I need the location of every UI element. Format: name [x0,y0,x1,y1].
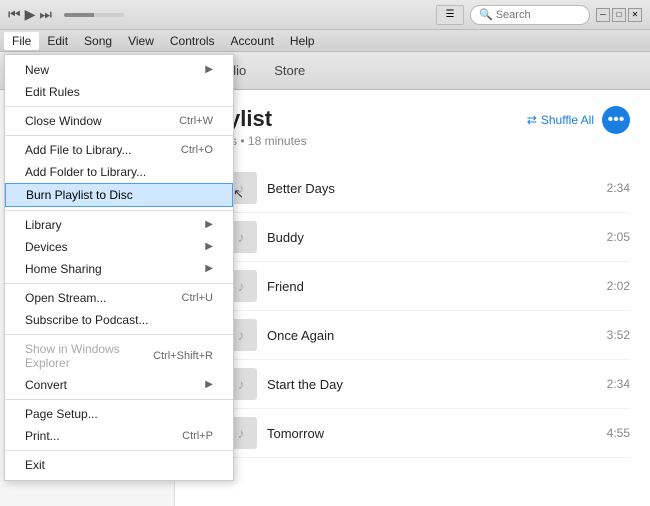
close-button[interactable]: ✕ [628,8,642,22]
menu-item-help[interactable]: Help [282,32,323,50]
song-duration-3: 2:02 [607,279,630,293]
devices-arrow: ▶ [205,241,213,252]
menu-add-file[interactable]: Add File to Library... Ctrl+O [5,139,233,161]
home-sharing-arrow: ▶ [205,263,213,274]
menu-devices[interactable]: Devices ▶ [5,236,233,258]
library-arrow: ▶ [205,219,213,230]
search-icon: 🔍 [479,8,493,21]
separator-4 [5,283,233,284]
add-file-shortcut: Ctrl+O [181,144,213,156]
maximize-button[interactable]: □ [612,8,626,22]
show-explorer-shortcut: Ctrl+Shift+R [153,350,213,362]
menu-item-edit[interactable]: Edit [39,32,76,50]
view-toggle-button[interactable]: ☰ [436,5,464,25]
menu-edit-rules[interactable]: Edit Rules [5,81,233,103]
menu-item-file[interactable]: File New ▶ Edit Rules Close Window Ctrl+… [4,32,39,50]
separator-6 [5,399,233,400]
title-bar-left: ⏮ ▶ ⏭ [8,6,124,23]
close-window-shortcut: Ctrl+W [179,115,213,127]
menu-page-setup[interactable]: Page Setup... [5,403,233,425]
music-note-icon-4: ♪ [238,327,245,343]
file-dropdown: New ▶ Edit Rules Close Window Ctrl+W Add… [4,54,234,481]
separator-5 [5,334,233,335]
song-row-1[interactable]: 1 ♪ Better Days 2:34 [195,164,630,213]
tab-store[interactable]: Store [262,59,317,82]
menu-close-window[interactable]: Close Window Ctrl+W [5,110,233,132]
menu-home-sharing[interactable]: Home Sharing ▶ [5,258,233,280]
song-duration-1: 2:34 [607,181,630,195]
play-button[interactable]: ▶ [25,6,36,23]
song-duration-6: 4:55 [607,426,630,440]
menu-add-folder[interactable]: Add Folder to Library... [5,161,233,183]
search-input[interactable] [496,9,586,21]
menu-new[interactable]: New ▶ [5,59,233,81]
song-row-6[interactable]: 6 ♪ Tomorrow 4:55 [195,409,630,458]
song-row-3[interactable]: 3 ♪ Friend 2:02 [195,262,630,311]
separator-1 [5,106,233,107]
minimize-button[interactable]: ─ [596,8,610,22]
music-note-icon-5: ♪ [238,376,245,392]
song-name-1: Better Days [267,181,335,196]
search-box: 🔍 [470,5,590,25]
volume-slider[interactable] [64,13,124,17]
menu-print[interactable]: Print... Ctrl+P [5,425,233,447]
print-shortcut: Ctrl+P [182,430,213,442]
song-name-3: Friend [267,279,304,294]
song-name-4: Once Again [267,328,334,343]
music-note-icon-6: ♪ [238,425,245,441]
new-arrow: ▶ [205,64,213,75]
separator-2 [5,135,233,136]
cursor-icon: ↖ [233,186,244,202]
song-row-5[interactable]: 5 ♪ Start the Day 2:34 [195,360,630,409]
menu-burn-playlist[interactable]: Burn Playlist to Disc ↖ [5,183,233,207]
music-note-icon-3: ♪ [238,278,245,294]
rewind-button[interactable]: ⏮ [8,6,21,23]
window-controls: ─ □ ✕ [596,8,642,22]
convert-arrow: ▶ [205,379,213,390]
separator-3 [5,210,233,211]
music-note-icon-2: ♪ [238,229,245,245]
menu-convert[interactable]: Convert ▶ [5,374,233,396]
menu-bar: File New ▶ Edit Rules Close Window Ctrl+… [0,30,650,52]
fastforward-button[interactable]: ⏭ [39,6,52,23]
menu-item-song[interactable]: Song [76,32,120,50]
song-duration-2: 2:05 [607,230,630,244]
menu-exit[interactable]: Exit [5,454,233,476]
menu-open-stream[interactable]: Open Stream... Ctrl+U [5,287,233,309]
menu-show-explorer: Show in Windows Explorer Ctrl+Shift+R [5,338,233,374]
transport-controls: ⏮ ▶ ⏭ [8,6,52,23]
song-list: 1 ♪ Better Days 2:34 2 ♪ Buddy 2:05 3 ♪ [195,164,630,458]
playlist-actions: ⇄ Shuffle All ••• [527,106,630,134]
open-stream-shortcut: Ctrl+U [182,292,213,304]
menu-item-account[interactable]: Account [223,32,282,50]
menu-item-controls[interactable]: Controls [162,32,223,50]
song-name-6: Tomorrow [267,426,324,441]
song-row-2[interactable]: 2 ♪ Buddy 2:05 [195,213,630,262]
content-area: Playlist 6 songs • 18 minutes ⇄ Shuffle … [175,90,650,506]
shuffle-button[interactable]: ⇄ Shuffle All [527,113,594,127]
playlist-header: Playlist 6 songs • 18 minutes ⇄ Shuffle … [195,106,630,148]
separator-7 [5,450,233,451]
menu-subscribe-podcast[interactable]: Subscribe to Podcast... [5,309,233,331]
title-bar: ⏮ ▶ ⏭ ☰ 🔍 ─ □ ✕ [0,0,650,30]
song-duration-5: 2:34 [607,377,630,391]
shuffle-label: Shuffle All [541,113,594,127]
song-duration-4: 3:52 [607,328,630,342]
song-row-4[interactable]: 4 ♪ Once Again 3:52 [195,311,630,360]
song-name-5: Start the Day [267,377,343,392]
menu-library[interactable]: Library ▶ [5,214,233,236]
menu-item-view[interactable]: View [120,32,162,50]
song-name-2: Buddy [267,230,304,245]
title-bar-right: ☰ 🔍 ─ □ ✕ [436,5,642,25]
more-options-button[interactable]: ••• [602,106,630,134]
shuffle-icon: ⇄ [527,113,537,127]
